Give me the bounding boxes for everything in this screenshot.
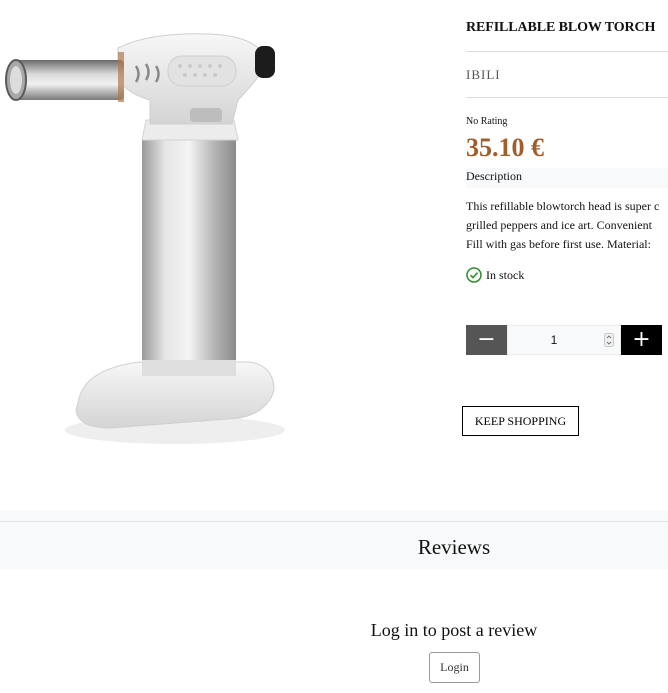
description-line: Fill with gas before first use. Material… bbox=[466, 237, 651, 251]
product-title: REFILLABLE BLOW TORCH bbox=[466, 20, 656, 35]
stock-status: In stock bbox=[466, 267, 524, 283]
divider bbox=[466, 97, 668, 98]
spinner-arrows-icon[interactable] bbox=[604, 333, 614, 347]
login-prompt: Log in to post a review bbox=[370, 620, 538, 640]
check-circle-icon bbox=[466, 267, 482, 283]
quantity-stepper: − 1 + bbox=[466, 325, 662, 355]
quantity-value: 1 bbox=[550, 333, 558, 347]
divider bbox=[0, 521, 668, 522]
product-image bbox=[5, 33, 285, 444]
description-line: grilled peppers and ice art. Convenient bbox=[466, 218, 652, 232]
description-heading: Description bbox=[466, 168, 668, 188]
product-info: REFILLABLE BLOW TORCH IBILI No Rating 35… bbox=[466, 0, 668, 470]
divider bbox=[466, 51, 668, 52]
product-price: 35.10 € bbox=[466, 133, 544, 162]
login-button[interactable]: Login bbox=[429, 652, 480, 683]
increase-quantity-button[interactable]: + bbox=[621, 325, 662, 355]
description-text: This refillable blowtorch head is super … bbox=[466, 197, 668, 254]
decrease-quantity-button[interactable]: − bbox=[466, 325, 507, 355]
stock-label: In stock bbox=[486, 267, 525, 282]
description-line: This refillable blowtorch head is super … bbox=[466, 199, 660, 213]
product-brand[interactable]: IBILI bbox=[466, 67, 501, 83]
keep-shopping-button[interactable]: KEEP SHOPPING bbox=[462, 406, 579, 436]
rating-text: No Rating bbox=[466, 116, 508, 127]
reviews-title: Reviews bbox=[417, 535, 491, 559]
quantity-input[interactable]: 1 bbox=[507, 325, 621, 355]
